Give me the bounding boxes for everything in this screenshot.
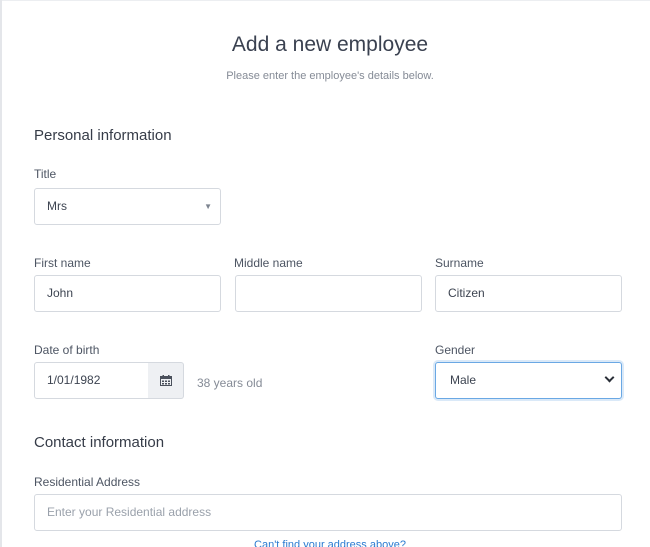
- left-border: [0, 0, 2, 547]
- top-border: [0, 0, 650, 1]
- date-of-birth-label: Date of birth: [34, 343, 100, 357]
- gender-label: Gender: [435, 343, 476, 357]
- contact-information-heading: Contact information: [34, 434, 165, 451]
- first-name-field[interactable]: John: [34, 275, 221, 312]
- residential-address-label: Residential Address: [34, 475, 141, 489]
- surname-field[interactable]: Citizen: [435, 275, 622, 312]
- cant-find-address-link[interactable]: Can't find your address above?: [0, 539, 650, 547]
- surname-value: Citizen: [448, 286, 485, 300]
- title-select-value: Mrs: [47, 199, 67, 213]
- middle-name-label: Middle name: [234, 256, 303, 270]
- residential-address-input[interactable]: Enter your Residential address: [34, 494, 622, 531]
- first-name-label: First name: [34, 256, 91, 270]
- page-title: Add a new employee: [231, 33, 429, 56]
- date-of-birth-value: 1/01/1982: [47, 373, 101, 387]
- gender-select-value: Male: [450, 373, 477, 387]
- residential-address-placeholder: Enter your Residential address: [47, 505, 212, 519]
- age-text: 38 years old: [197, 376, 263, 390]
- title-select[interactable]: Mrs ▼: [34, 188, 221, 225]
- calendar-button[interactable]: [148, 362, 184, 399]
- date-of-birth-field[interactable]: 1/01/1982: [34, 362, 149, 399]
- chevron-down-icon: [604, 372, 615, 383]
- caret-down-icon: ▼: [204, 202, 212, 211]
- first-name-value: John: [47, 286, 74, 300]
- page-subtitle: Please enter the employee's details belo…: [226, 70, 434, 82]
- title-label: Title: [34, 167, 57, 181]
- calendar-icon: [160, 375, 172, 386]
- surname-label: Surname: [435, 256, 484, 270]
- gender-select[interactable]: Male: [435, 362, 622, 399]
- personal-information-heading: Personal information: [34, 127, 172, 144]
- middle-name-field[interactable]: [235, 275, 422, 312]
